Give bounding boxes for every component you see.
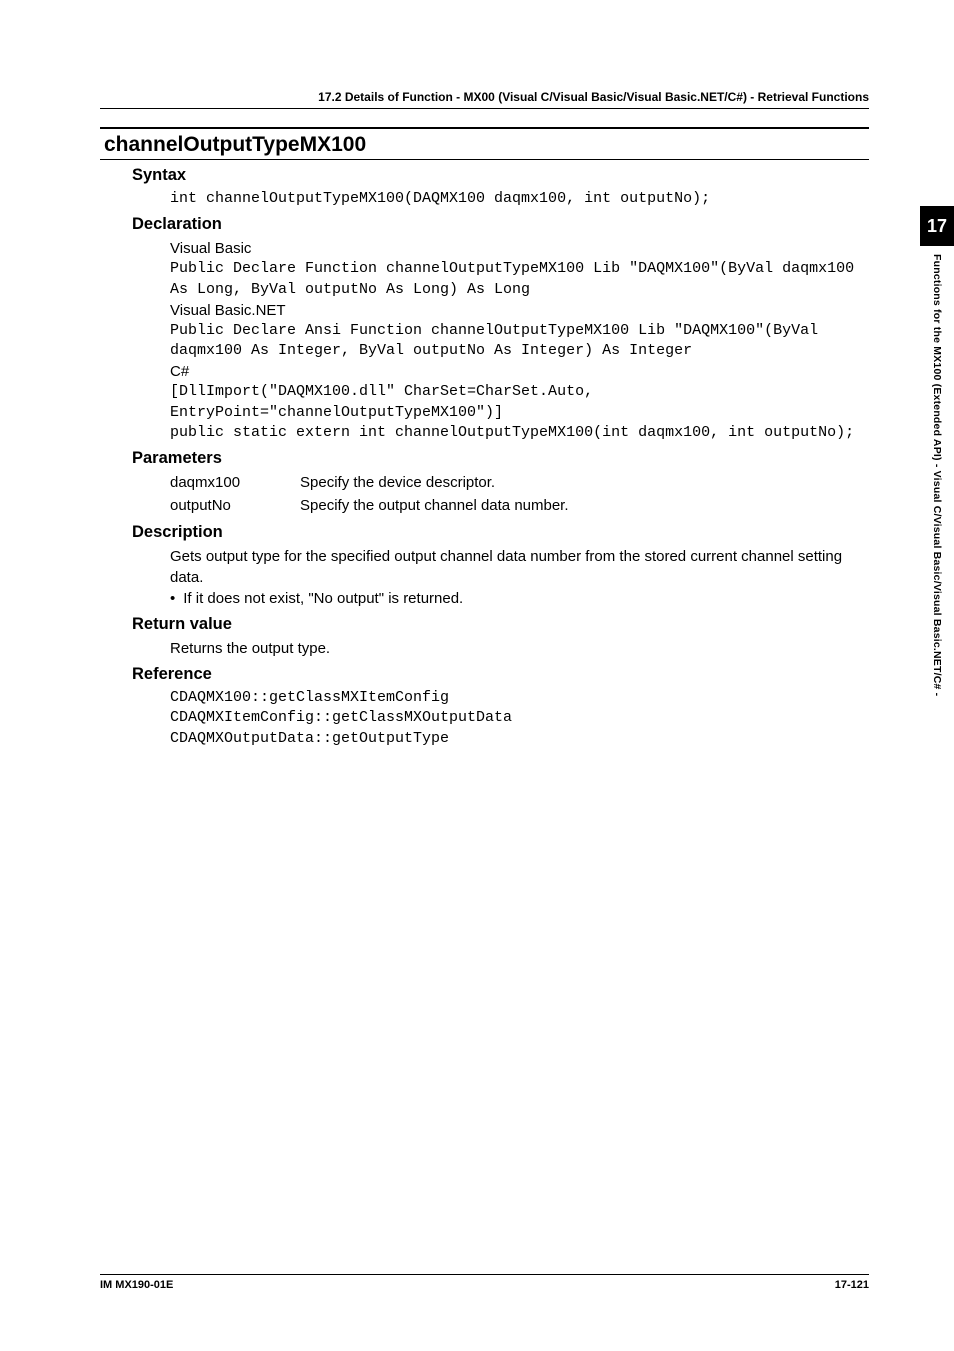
return-heading: Return value (132, 615, 869, 634)
description-text: Gets output type for the specified outpu… (170, 546, 869, 588)
function-title: channelOutputTypeMX100 (100, 127, 869, 160)
param-row: daqmx100 Specify the device descriptor. (170, 472, 869, 495)
description-bullet: • If it does not exist, "No output" is r… (170, 588, 869, 609)
syntax-code: int channelOutputTypeMX100(DAQMX100 daqm… (170, 189, 869, 209)
footer-left: IM MX190-01E (100, 1279, 173, 1291)
declaration-heading: Declaration (132, 215, 869, 234)
vbnet-label: Visual Basic.NET (170, 300, 869, 321)
parameters-heading: Parameters (132, 449, 869, 468)
param-desc: Specify the device descriptor. (300, 472, 495, 495)
return-text: Returns the output type. (170, 638, 869, 659)
chapter-number: 17 (927, 216, 947, 237)
syntax-heading: Syntax (132, 166, 869, 185)
vbnet-code: Public Declare Ansi Function channelOutp… (170, 321, 869, 362)
param-name: daqmx100 (170, 472, 300, 495)
description-heading: Description (132, 523, 869, 542)
bullet-text: If it does not exist, "No output" is ret… (183, 588, 463, 609)
vb-code: Public Declare Function channelOutputTyp… (170, 259, 869, 300)
chapter-number-box: 17 (920, 206, 954, 246)
cs-label: C# (170, 361, 869, 382)
page-header: 17.2 Details of Function - MX00 (Visual … (100, 90, 869, 109)
side-tab-text: Functions for the MX100 (Extended API) -… (931, 254, 943, 696)
param-row: outputNo Specify the output channel data… (170, 495, 869, 518)
reference-heading: Reference (132, 665, 869, 684)
footer-right: 17-121 (835, 1279, 869, 1291)
reference-code: CDAQMX100::getClassMXItemConfig CDAQMXIt… (170, 688, 869, 749)
cs-code: [DllImport("DAQMX100.dll" CharSet=CharSe… (170, 382, 869, 443)
vb-label: Visual Basic (170, 238, 869, 259)
param-name: outputNo (170, 495, 300, 518)
page-footer: IM MX190-01E 17-121 (100, 1274, 869, 1291)
param-desc: Specify the output channel data number. (300, 495, 569, 518)
side-tab: 17 Functions for the MX100 (Extended API… (920, 206, 954, 696)
bullet-icon: • (170, 588, 175, 609)
